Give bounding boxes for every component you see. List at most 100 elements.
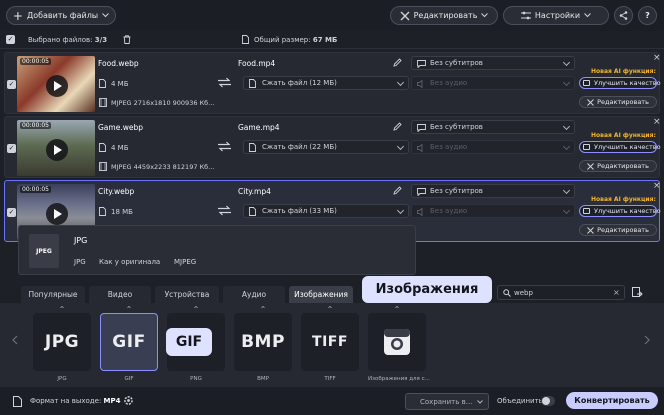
convert-button[interactable]: Конвертировать [566, 392, 658, 409]
play-icon[interactable] [46, 203, 68, 225]
pencil-icon[interactable] [393, 58, 402, 67]
tab-devices[interactable]: Устройства [155, 286, 219, 303]
edit-menu-label: Редактировать [413, 11, 478, 20]
file-compress-icon [249, 79, 256, 88]
file-thumbnail[interactable]: 00:00:05 [17, 120, 95, 176]
tools-icon [587, 226, 594, 234]
pencil-icon[interactable] [393, 186, 402, 195]
compress-select[interactable]: Сжать файл (22 МБ) [243, 140, 409, 154]
file-checkbox[interactable]: ✓ [7, 80, 16, 89]
select-all-checkbox[interactable]: ✓ [6, 35, 15, 44]
edit-file-button[interactable]: Редактировать [579, 96, 657, 108]
help-button[interactable]: ? [638, 6, 657, 25]
subtitles-select[interactable]: Без субтитров [411, 56, 575, 70]
tab-audio[interactable]: Аудио [223, 286, 285, 303]
tab-popular[interactable]: Популярные [21, 286, 85, 303]
output-format: Формат на выходе: MP4 [30, 397, 121, 405]
trash-icon[interactable] [123, 35, 131, 44]
search-box[interactable]: webp × [497, 285, 625, 300]
clear-search-icon[interactable]: × [613, 288, 620, 297]
enhance-checkbox-icon [583, 80, 590, 86]
duration-badge: 00:00:05 [20, 186, 51, 193]
selected-count: 3/3 [94, 36, 108, 44]
remove-file-icon[interactable]: × [653, 181, 661, 191]
play-icon[interactable] [46, 75, 68, 97]
enhance-quality-button[interactable]: Улучшить качество [579, 141, 661, 153]
enhance-quality-button[interactable]: Улучшить качество [579, 205, 661, 217]
jpeg-file-icon: JPEG [29, 234, 59, 268]
chevron-down-icon [562, 78, 571, 87]
format-label: PNG [190, 376, 202, 382]
file-size-icon [242, 35, 249, 44]
merge-label: Объединить: [497, 397, 546, 405]
file-compress-icon [249, 207, 256, 216]
file-compress-icon [249, 143, 256, 152]
subtitles-icon [417, 60, 426, 68]
play-icon[interactable] [46, 139, 68, 161]
file-row[interactable]: ✓ 00:00:05 Food.webp 4 МБ MJPEG 2716x181… [4, 52, 661, 114]
audio-select: Без аудио [411, 76, 575, 90]
tab-images[interactable]: Изображения [289, 286, 353, 303]
file-size: 4 МБ [111, 80, 129, 88]
edit-menu-button[interactable]: Редактировать [390, 6, 498, 25]
format-label: JPG [57, 376, 67, 382]
format-tile[interactable] [368, 313, 426, 371]
popup-detail-format: JPG [74, 258, 86, 266]
chevron-down-icon [562, 58, 571, 67]
chevron-down-icon [562, 206, 571, 215]
share-button[interactable] [614, 6, 633, 25]
enhance-quality-button[interactable]: Улучшить качество [579, 77, 661, 89]
audio-select: Без аудио [411, 140, 575, 154]
compress-label: Сжать файл (33 МБ) [262, 207, 337, 215]
file-checkbox[interactable]: ✓ [7, 144, 16, 153]
enhance-checkbox-icon [583, 144, 590, 150]
formats-panel: ⌃ JPG JPG ⌃ GIF GIF ⌃ PNG ⌃ BMP BMP ⌃ TIFF TIFF ⌃ Изобр… [0, 303, 664, 387]
file-meta: MJPEG 4459x2233 812197 Кб... [111, 163, 215, 171]
output-name: City.mp4 [238, 187, 271, 196]
total-size-value: 67 МБ [312, 36, 338, 44]
file-thumbnail[interactable]: 00:00:05 [17, 56, 95, 112]
format-logo: BMP [241, 332, 285, 352]
scroll-right-icon[interactable] [644, 335, 650, 345]
remove-file-icon[interactable]: × [653, 53, 661, 63]
merge-toggle[interactable] [541, 396, 555, 406]
format-tile[interactable]: BMP [234, 313, 292, 371]
bottom-bar: Формат на выходе: MP4 Сохранить в... Объ… [0, 388, 664, 415]
speaker-icon [417, 208, 426, 216]
gear-icon[interactable] [123, 395, 134, 406]
format-label: BMP [257, 376, 269, 382]
speaker-icon [417, 144, 426, 152]
file-row[interactable]: ✓ 00:00:05 Game.webp 4 МБ MJPEG 4459x223… [4, 116, 661, 178]
audio-label: Без аудио [430, 143, 468, 151]
file-checkbox[interactable]: ✓ [7, 208, 16, 217]
file-name: Game.webp [98, 123, 143, 132]
enhance-checkbox-icon [583, 208, 590, 214]
search-input[interactable]: webp [514, 289, 533, 297]
chevron-down-icon [584, 13, 591, 18]
compress-select[interactable]: Сжать файл (33 МБ) [243, 204, 409, 218]
add-files-button[interactable]: + Добавить файлы [6, 6, 116, 25]
format-settings-icon[interactable] [632, 287, 643, 298]
format-tile[interactable]: TIFF [301, 313, 359, 371]
tab-video[interactable]: Видео [89, 286, 151, 303]
compress-select[interactable]: Сжать файл (12 МБ) [243, 76, 409, 90]
edit-file-button[interactable]: Редактировать [579, 160, 657, 172]
edit-file-button[interactable]: Редактировать [579, 224, 657, 236]
file-size: 18 МБ [111, 208, 133, 216]
audio-label: Без аудио [430, 207, 468, 215]
scroll-left-icon[interactable] [12, 335, 18, 345]
file-name: Food.webp [98, 59, 139, 68]
save-to-label: Сохранить в... [420, 397, 473, 406]
subtitles-select[interactable]: Без субтитров [411, 184, 575, 198]
pencil-icon[interactable] [393, 122, 402, 131]
format-tile[interactable]: GIF [100, 313, 158, 371]
output-name: Food.mp4 [238, 59, 276, 68]
format-tile[interactable]: JPG [33, 313, 91, 371]
settings-button[interactable]: Настройки [503, 6, 609, 25]
subtitles-icon [417, 188, 426, 196]
popup-format-title: JPG [74, 236, 88, 245]
remove-file-icon[interactable]: × [653, 117, 661, 127]
subtitles-select[interactable]: Без субтитров [411, 120, 575, 134]
settings-sliders-icon [520, 11, 531, 20]
save-to-select[interactable]: Сохранить в... [405, 393, 489, 410]
